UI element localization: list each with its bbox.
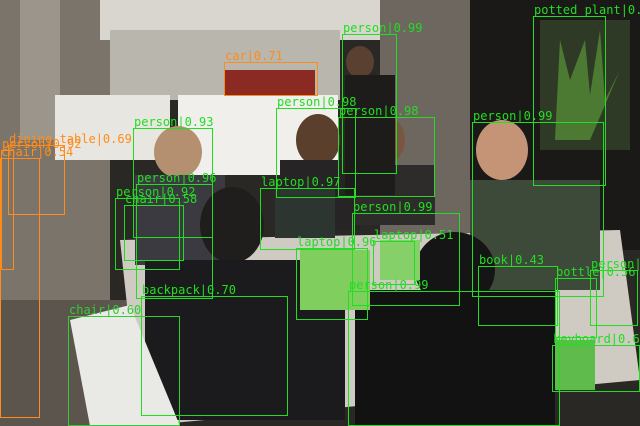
detection-label: person|0.99 (591, 257, 640, 271)
detection-label: person|0.99 (473, 109, 553, 123)
detection-label: backpack|0.70 (142, 283, 236, 297)
detection-label: car|0.71 (225, 49, 283, 63)
detection-label: person|0.99 (343, 21, 423, 35)
detection-box-keyboard: keyboard|0.61 (552, 333, 640, 392)
detection-box-car: car|0.71 (224, 50, 318, 96)
detection-box-person: person|0.92 (1, 138, 81, 270)
detection-box-person: person|0.99 (590, 258, 640, 326)
detection-label: potted_plant|0.79 (534, 3, 640, 17)
detection-label: person|0.99 (353, 200, 433, 214)
detection-label: chair|0.60 (69, 303, 142, 317)
detection-box-person: person|0.99 (348, 279, 560, 426)
detection-label: person|0.98 (339, 104, 419, 118)
detection-label: laptop|0.51 (374, 228, 454, 242)
detection-label: laptop|0.96 (297, 235, 377, 249)
detection-label: laptop|0.97 (261, 175, 341, 189)
detection-label: person|0.92 (2, 137, 82, 151)
detection-overlay: potted_plant|0.79 person|0.99 car|0.71 pers… (0, 0, 640, 426)
detection-box-chair: chair|0.60 (68, 304, 180, 426)
detection-label: chair|0.58 (125, 192, 198, 206)
detection-label: keyboard|0.61 (553, 332, 640, 346)
detection-box-person: person|0.98 (338, 105, 435, 197)
detection-label: person|0.93 (134, 115, 214, 129)
detection-label: person|0.99 (349, 278, 429, 292)
detection-label: person|0.96 (137, 171, 217, 185)
detection-label: book|0.43 (479, 253, 545, 267)
detection-box-chair: chair|0.58 (124, 193, 197, 261)
